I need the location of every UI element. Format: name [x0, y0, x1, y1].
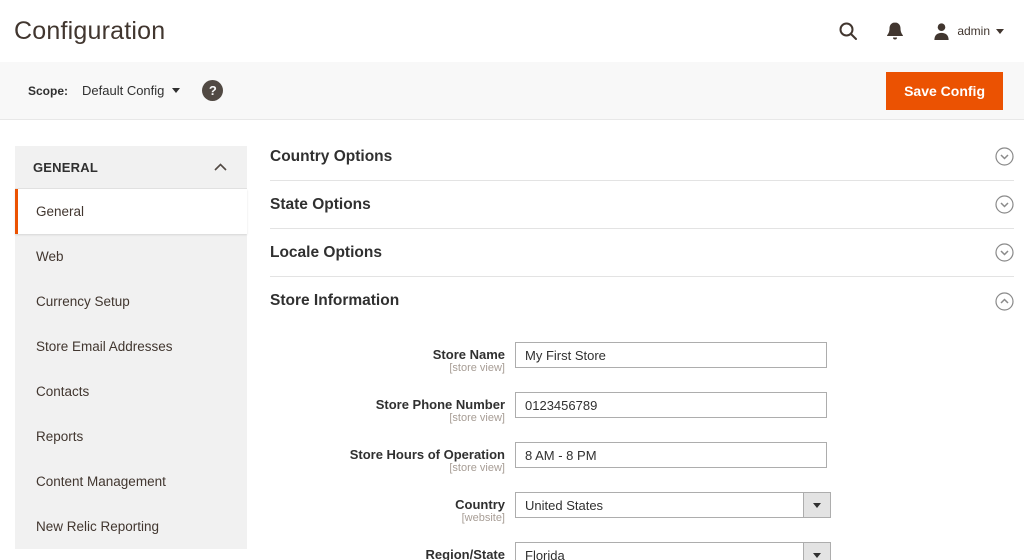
field-label: Store Hours of Operation [store view] — [270, 442, 505, 475]
sidebar-item-label: General — [36, 204, 84, 219]
search-icon[interactable] — [838, 21, 858, 41]
field-row-store-hours: Store Hours of Operation [store view] — [270, 442, 1014, 475]
chevron-down-icon — [813, 553, 821, 558]
config-sidebar: GENERAL General Web Currency Setup Store… — [15, 146, 247, 549]
sidebar-item-web[interactable]: Web — [15, 234, 247, 279]
scope-bar: Scope: Default Config ? Save Config — [0, 62, 1024, 120]
store-hours-input[interactable] — [515, 442, 827, 468]
section-country-options[interactable]: Country Options — [270, 133, 1014, 181]
sidebar-item-content-management[interactable]: Content Management — [15, 459, 247, 504]
field-label: Store Name [store view] — [270, 342, 505, 375]
field-label: Country [website] — [270, 492, 505, 525]
select-dropdown-button[interactable] — [803, 493, 830, 517]
section-title: Store Information — [270, 292, 399, 310]
sidebar-section-general-header[interactable]: GENERAL — [15, 146, 247, 189]
field-label-text: Country — [270, 497, 505, 512]
sidebar-item-contacts[interactable]: Contacts — [15, 369, 247, 414]
save-config-button[interactable]: Save Config — [886, 72, 1003, 110]
country-select-value: United States — [516, 498, 803, 513]
scope-switcher[interactable]: Default Config — [82, 83, 180, 98]
collapse-chevron-down-icon — [995, 243, 1014, 262]
sidebar-item-new-relic-reporting[interactable]: New Relic Reporting — [15, 504, 247, 549]
field-scope-text: [store view] — [270, 412, 505, 425]
field-scope-text: [store view] — [270, 362, 505, 375]
field-row-country: Country [website] United States — [270, 492, 1014, 525]
sidebar-item-label: Contacts — [36, 384, 89, 399]
scope-label: Scope: — [28, 84, 68, 98]
collapse-chevron-up-icon — [995, 292, 1014, 311]
sidebar-item-label: Currency Setup — [36, 294, 130, 309]
field-label: Store Phone Number [store view] — [270, 392, 505, 425]
section-title: Locale Options — [270, 244, 382, 262]
select-dropdown-button[interactable] — [803, 543, 830, 560]
field-row-store-phone-number: Store Phone Number [store view] — [270, 392, 1014, 425]
chevron-down-icon — [996, 29, 1004, 34]
section-state-options[interactable]: State Options — [270, 181, 1014, 229]
region-state-select-value: Florida — [516, 548, 803, 560]
sidebar-item-label: Reports — [36, 429, 83, 444]
field-label: Region/State [website] — [270, 542, 505, 560]
field-row-region-state: Region/State [website] Florida — [270, 542, 1014, 560]
chevron-up-icon — [214, 163, 227, 171]
field-row-store-name: Store Name [store view] — [270, 342, 1014, 375]
field-scope-text: [website] — [270, 512, 505, 525]
sidebar-item-currency-setup[interactable]: Currency Setup — [15, 279, 247, 324]
field-label-text: Store Hours of Operation — [270, 447, 505, 462]
store-phone-number-input[interactable] — [515, 392, 827, 418]
sidebar-item-label: Store Email Addresses — [36, 339, 173, 354]
sidebar-item-general[interactable]: General — [15, 189, 247, 234]
admin-username: admin — [957, 24, 990, 38]
section-title: State Options — [270, 196, 371, 214]
chevron-down-icon — [172, 88, 180, 93]
store-information-form: Store Name [store view] Store Phone Numb… — [270, 325, 1014, 560]
section-store-information[interactable]: Store Information — [270, 277, 1014, 325]
chevron-down-icon — [813, 503, 821, 508]
section-locale-options[interactable]: Locale Options — [270, 229, 1014, 277]
store-name-input[interactable] — [515, 342, 827, 368]
help-icon[interactable]: ? — [202, 80, 223, 101]
sidebar-section-label: GENERAL — [33, 160, 98, 175]
scope-value: Default Config — [82, 83, 164, 98]
sidebar-item-label: Content Management — [36, 474, 166, 489]
sidebar-item-reports[interactable]: Reports — [15, 414, 247, 459]
user-avatar-icon — [932, 22, 951, 41]
config-main: Country Options State Options Locale Opt… — [270, 133, 1014, 560]
country-select[interactable]: United States — [515, 492, 831, 518]
sidebar-item-label: New Relic Reporting — [36, 519, 159, 534]
section-title: Country Options — [270, 148, 392, 166]
collapse-chevron-down-icon — [995, 147, 1014, 166]
field-label-text: Store Phone Number — [270, 397, 505, 412]
content-wrap: GENERAL General Web Currency Setup Store… — [0, 120, 1024, 560]
sidebar-item-store-email-addresses[interactable]: Store Email Addresses — [15, 324, 247, 369]
region-state-select[interactable]: Florida — [515, 542, 831, 560]
page-title: Configuration — [14, 17, 165, 46]
field-label-text: Store Name — [270, 347, 505, 362]
page-header: Configuration admin — [0, 0, 1024, 62]
sidebar-item-label: Web — [36, 249, 64, 264]
field-label-text: Region/State — [270, 547, 505, 560]
notifications-bell-icon[interactable] — [886, 21, 904, 41]
field-scope-text: [store view] — [270, 462, 505, 475]
admin-account-menu[interactable]: admin — [932, 22, 1004, 41]
header-actions: admin — [838, 21, 1010, 41]
collapse-chevron-down-icon — [995, 195, 1014, 214]
